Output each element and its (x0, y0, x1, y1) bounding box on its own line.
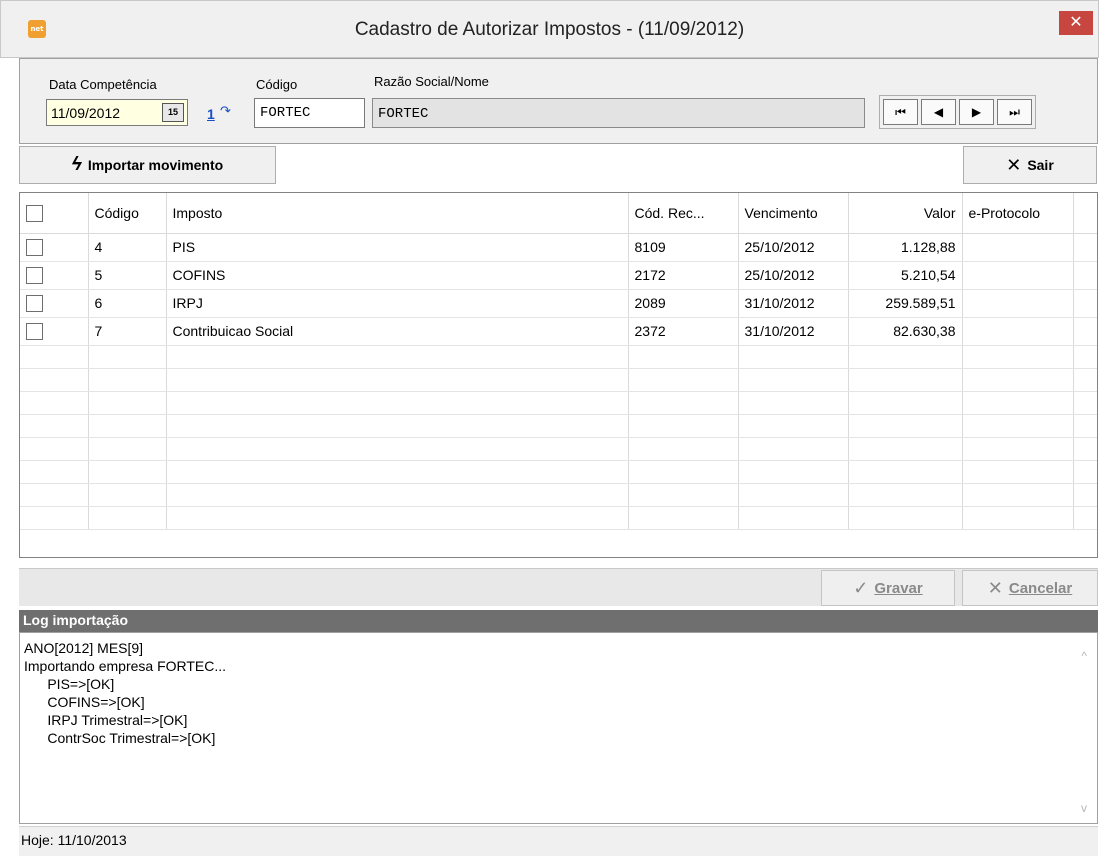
column-header-valor[interactable]: Valor (848, 193, 963, 234)
table-row[interactable]: 6 IRPJ 2089 31/10/2012 259.589,51 (20, 289, 1097, 318)
cell-codigo: 7 (88, 317, 167, 346)
empty-row (20, 368, 1097, 392)
cell-valor: 5.210,54 (848, 261, 963, 290)
taxes-grid: Código Imposto Cód. Rec... Vencimento Va… (19, 192, 1098, 558)
table-row[interactable]: 7 Contribuicao Social 2372 31/10/2012 82… (20, 317, 1097, 346)
empty-row (20, 345, 1097, 369)
cancel-x-icon: ✕ (987, 577, 1003, 598)
close-button[interactable]: ✕ (1059, 11, 1093, 35)
first-record-button[interactable]: ⏮ (883, 99, 918, 125)
log-line: ANO[2012] MES[9] (24, 640, 144, 656)
cell-cod-rec: 2172 (628, 261, 739, 290)
cell-vencimento: 31/10/2012 (738, 289, 849, 318)
cell-cod-rec: 2089 (628, 289, 739, 318)
empty-row (20, 414, 1097, 438)
cell-protocolo (962, 233, 1074, 262)
empty-row (20, 506, 1097, 530)
cell-protocolo (962, 289, 1074, 318)
table-row[interactable]: 5 COFINS 2172 25/10/2012 5.210,54 (20, 261, 1097, 290)
exit-button-label: Sair (1027, 157, 1054, 173)
column-header-vencimento[interactable]: Vencimento (738, 193, 849, 234)
action-bar: ✓ Gravar ✕ Cancelar (19, 568, 1098, 606)
scroll-up-icon[interactable]: ^ (1081, 647, 1087, 665)
column-header-imposto[interactable]: Imposto (166, 193, 629, 234)
cell-valor: 82.630,38 (848, 317, 963, 346)
window-title: Cadastro de Autorizar Impostos - (11/09/… (354, 19, 745, 40)
cell-vencimento: 25/10/2012 (738, 261, 849, 290)
exit-button[interactable]: ✕ Sair (963, 146, 1097, 184)
log-line: PIS=>[OK] (24, 676, 115, 692)
log-textarea[interactable]: ANO[2012] MES[9] Importando empresa FORT… (19, 632, 1098, 824)
cell-valor: 259.589,51 (848, 289, 963, 318)
next-record-button[interactable]: ▶ (959, 99, 994, 125)
today-date: Hoje: 11/10/2013 (21, 832, 127, 848)
check-icon: ✓ (853, 577, 869, 598)
cell-imposto: Contribuicao Social (166, 317, 629, 346)
column-header-codigo[interactable]: Código (88, 193, 167, 234)
cell-cod-rec: 2372 (628, 317, 739, 346)
empty-row (20, 437, 1097, 461)
scroll-down-icon[interactable]: v (1081, 799, 1087, 817)
code-input[interactable]: FORTEC (254, 98, 365, 128)
cell-protocolo (962, 317, 1074, 346)
table-row[interactable]: 4 PIS 8109 25/10/2012 1.128,88 (20, 233, 1097, 262)
row-checkbox[interactable] (26, 238, 43, 256)
code-search-link[interactable]: 1 (207, 106, 215, 122)
log-line: COFINS=>[OK] (24, 694, 145, 710)
save-button[interactable]: ✓ Gravar (821, 570, 955, 606)
code-search-arrow-icon[interactable]: ↷ (220, 104, 231, 119)
empty-row (20, 391, 1097, 415)
cell-codigo: 4 (88, 233, 167, 262)
code-label: Código (256, 77, 298, 92)
prev-record-button[interactable]: ◀ (921, 99, 956, 125)
date-label: Data Competência (49, 77, 157, 92)
empty-row (20, 460, 1097, 484)
row-checkbox[interactable] (26, 322, 43, 340)
header-panel: Data Competência 11/09/2012 15 Código 1 … (19, 58, 1098, 144)
select-all-checkbox-cell[interactable] (20, 193, 89, 234)
empty-row (20, 483, 1097, 507)
select-all-checkbox[interactable] (26, 204, 43, 222)
status-bar: Hoje: 11/10/2013 (19, 826, 1098, 856)
cancel-button-label: Cancelar (1008, 579, 1073, 597)
razao-label: Razão Social/Nome (374, 74, 489, 89)
row-checkbox[interactable] (26, 266, 43, 284)
title-bar: net Cadastro de Autorizar Impostos - (11… (0, 0, 1099, 58)
cell-cod-rec: 8109 (628, 233, 739, 262)
log-line: ContrSoc Trimestral=>[OK] (24, 730, 216, 746)
column-header-cod-rec[interactable]: Cód. Rec... (628, 193, 739, 234)
cell-vencimento: 25/10/2012 (738, 233, 849, 262)
import-button[interactable]: ϟ Importar movimento (19, 146, 276, 184)
lightning-icon: ϟ (71, 154, 82, 175)
cell-imposto: PIS (166, 233, 629, 262)
cell-codigo: 6 (88, 289, 167, 318)
last-record-button[interactable]: ⏭ (997, 99, 1032, 125)
cell-vencimento: 31/10/2012 (738, 317, 849, 346)
razao-field: FORTEC (372, 98, 865, 128)
cancel-button[interactable]: ✕ Cancelar (962, 570, 1098, 606)
cell-imposto: COFINS (166, 261, 629, 290)
row-checkbox[interactable] (26, 294, 43, 312)
grid-header-row: Código Imposto Cód. Rec... Vencimento Va… (20, 193, 1097, 234)
cell-imposto: IRPJ (166, 289, 629, 318)
date-value: 11/09/2012 (51, 105, 121, 121)
column-header-e-protocolo[interactable]: e-Protocolo (962, 193, 1074, 234)
log-line: Importando empresa FORTEC... (24, 658, 227, 674)
cell-protocolo (962, 261, 1074, 290)
log-title: Log importação (19, 610, 1098, 632)
record-navigator: ⏮ ◀ ▶ ⏭ (879, 95, 1036, 129)
close-x-icon: ✕ (1006, 154, 1022, 175)
cell-valor: 1.128,88 (848, 233, 963, 262)
log-line: IRPJ Trimestral=>[OK] (24, 712, 188, 728)
calendar-icon[interactable]: 15 (162, 103, 184, 122)
cell-codigo: 5 (88, 261, 167, 290)
import-button-label: Importar movimento (87, 157, 224, 173)
date-field[interactable]: 11/09/2012 15 (46, 99, 188, 126)
save-button-label: Gravar (874, 579, 923, 597)
